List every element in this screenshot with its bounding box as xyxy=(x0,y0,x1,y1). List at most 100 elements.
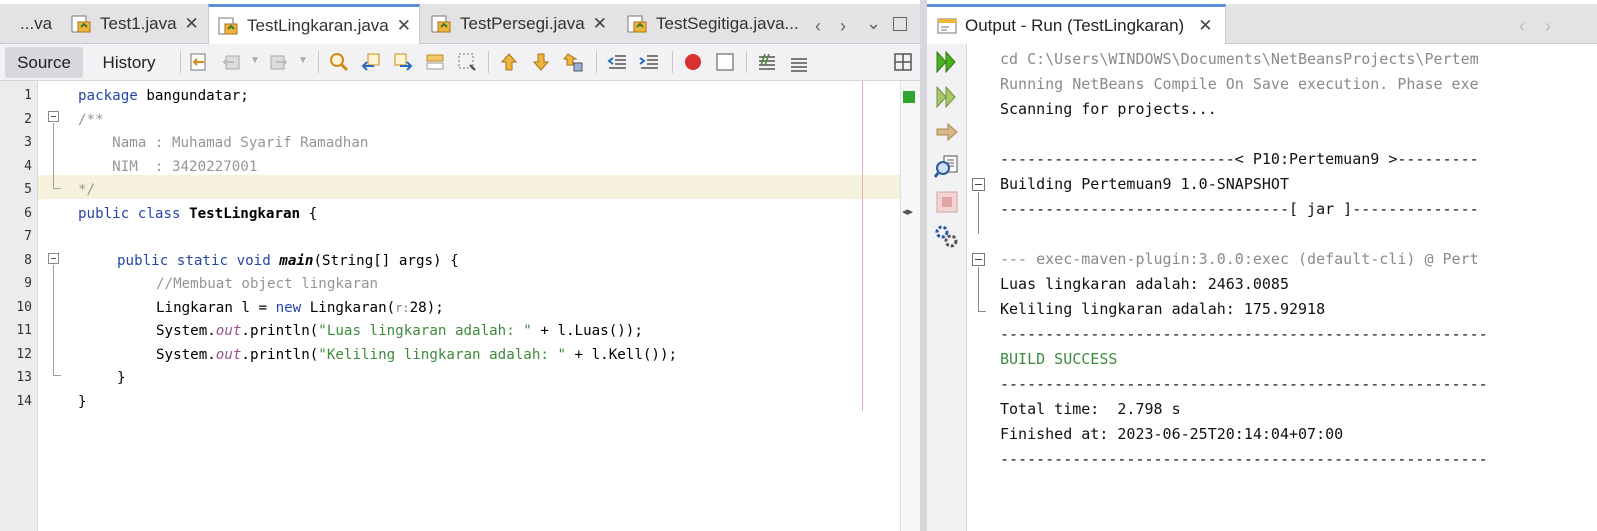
stop-macro-icon[interactable] xyxy=(714,51,736,73)
console-line: ----------------------------------------… xyxy=(1000,450,1488,468)
chevron-down-icon[interactable]: ⌄ xyxy=(866,13,881,34)
error-stripe[interactable] xyxy=(900,81,920,531)
fold-toggle-icon[interactable] xyxy=(972,253,985,266)
tab-label: TestSegitiga.java... xyxy=(656,13,799,33)
code-line-13: } xyxy=(117,370,126,386)
line-number: 3 xyxy=(24,135,32,150)
code-line-5: */ xyxy=(78,182,96,198)
code-line-12: System.out.println("Keliling lingkaran a… xyxy=(156,347,678,363)
rerun-icon[interactable] xyxy=(934,49,960,75)
settings-icon[interactable] xyxy=(934,224,960,250)
code-area[interactable]: package bangundatar; /** Nama : Muhamad … xyxy=(38,81,900,531)
inspect-icon[interactable] xyxy=(934,154,960,180)
output-pane: Output - Run (TestLingkaran) ✕ ‹ › cd C:… xyxy=(927,0,1597,531)
line-number: 9 xyxy=(24,276,32,291)
chevron-down-icon[interactable]: ▼ xyxy=(298,55,308,66)
line-number: 8 xyxy=(24,253,32,268)
tab-overflow[interactable]: ...va xyxy=(0,4,62,43)
line-number: 14 xyxy=(16,394,32,409)
line-number: 10 xyxy=(16,300,32,315)
console-line: Total time: 2.798 s xyxy=(1000,400,1181,418)
line-number: 12 xyxy=(16,347,32,362)
close-icon[interactable]: ✕ xyxy=(593,14,607,34)
console-line: Building Pertemuan9 1.0-SNAPSHOT xyxy=(1000,175,1289,193)
toggle-highlight-icon[interactable] xyxy=(424,51,446,73)
forward-icon[interactable] xyxy=(268,51,290,73)
history-tab[interactable]: History xyxy=(90,47,168,78)
tab-label: Test1.java xyxy=(100,13,177,33)
line-number: 1 xyxy=(24,88,32,103)
indent-icon[interactable] xyxy=(638,51,660,73)
editor-tab-bar: ...va Test1.java ✕ TestLingkaran.java ✕ … xyxy=(0,4,920,44)
scroll-left-icon[interactable]: ‹ xyxy=(1519,16,1525,37)
select-rect-icon[interactable] xyxy=(456,51,478,73)
scroll-right-icon[interactable]: › xyxy=(840,16,846,37)
code-line-1: package bangundatar; xyxy=(78,88,249,104)
unindent-icon[interactable] xyxy=(606,51,628,73)
console-line: cd C:\Users\WINDOWS\Documents\NetBeansPr… xyxy=(1000,50,1479,68)
fold-toggle-icon[interactable] xyxy=(972,178,985,191)
scroll-right-icon[interactable]: › xyxy=(1545,16,1551,37)
close-icon[interactable]: ✕ xyxy=(185,14,199,34)
code-line-9: //Membuat object lingkaran xyxy=(156,276,379,292)
source-tab[interactable]: Source xyxy=(5,47,83,78)
stop-icon[interactable] xyxy=(934,189,960,215)
build-status: BUILD SUCCESS xyxy=(1000,350,1118,368)
close-icon[interactable]: ✕ xyxy=(397,16,411,36)
console-line: Running NetBeans Compile On Save executi… xyxy=(1000,75,1479,93)
record-macro-icon[interactable] xyxy=(682,51,704,73)
line-number: 6 xyxy=(24,206,32,221)
tab-testsegitiga[interactable]: TestSegitiga.java... xyxy=(618,4,806,43)
uncomment-icon[interactable] xyxy=(788,51,810,73)
tab-label: TestLingkaran.java xyxy=(247,15,389,35)
code-line-14: } xyxy=(78,394,87,410)
tab-label: TestPersegi.java xyxy=(460,13,585,33)
rerun-with-options-icon[interactable] xyxy=(934,84,960,110)
pane-splitter[interactable] xyxy=(920,0,927,531)
editor-toolbar: Source History ▼ ▼ xyxy=(0,44,920,81)
tab-testpersegi[interactable]: TestPersegi.java ✕ xyxy=(422,4,618,43)
tab-test1[interactable]: Test1.java ✕ xyxy=(62,4,208,43)
editor-pane: ...va Test1.java ✕ TestLingkaran.java ✕ … xyxy=(0,0,920,531)
console-line: Scanning for projects... xyxy=(1000,100,1217,118)
parameter-hint: r: xyxy=(395,301,410,315)
back-icon[interactable] xyxy=(220,51,242,73)
code-line-11: System.out.println("Luas lingkaran adala… xyxy=(156,323,643,339)
line-number: 2 xyxy=(24,112,32,127)
console-line: ----------------------------------------… xyxy=(1000,325,1488,343)
find-previous-icon[interactable] xyxy=(360,51,382,73)
fold-toggle-icon[interactable] xyxy=(48,253,59,264)
last-edit-icon[interactable] xyxy=(188,51,210,73)
fold-toggle-icon[interactable] xyxy=(48,111,59,122)
move-icon[interactable] xyxy=(562,51,584,73)
shift-up-icon[interactable] xyxy=(498,51,520,73)
output-window-icon xyxy=(937,18,957,33)
java-file-icon xyxy=(431,15,451,32)
code-line-4: NIM : 3420227001 xyxy=(78,159,258,175)
resume-icon[interactable] xyxy=(934,119,960,145)
no-errors-icon[interactable] xyxy=(903,91,915,103)
find-next-icon[interactable] xyxy=(392,51,414,73)
console-line: --------------------------< P10:Pertemua… xyxy=(1000,150,1479,168)
console-line: Luas lingkaran adalah: 2463.0085 xyxy=(1000,275,1289,293)
line-number: 7 xyxy=(24,229,32,244)
chevron-down-icon[interactable]: ▼ xyxy=(250,55,260,66)
output-actions-bar xyxy=(927,44,967,531)
output-console[interactable]: cd C:\Users\WINDOWS\Documents\NetBeansPr… xyxy=(967,44,1597,531)
console-line: ----------------------------------------… xyxy=(1000,375,1488,393)
find-icon[interactable] xyxy=(328,51,350,73)
comment-icon[interactable] xyxy=(756,51,778,73)
shift-down-icon[interactable] xyxy=(530,51,552,73)
code-line-10: Lingkaran l = new Lingkaran(r:28); xyxy=(156,300,444,316)
tab-testlingkaran[interactable]: TestLingkaran.java ✕ xyxy=(208,4,420,44)
scroll-left-icon[interactable]: ‹ xyxy=(815,16,821,37)
split-window-icon[interactable] xyxy=(892,51,914,73)
output-tab-label: Output - Run (TestLingkaran) xyxy=(965,15,1185,35)
close-icon[interactable]: ✕ xyxy=(1198,16,1212,36)
line-number: 5 xyxy=(24,182,32,197)
code-line-8: public static void main(String[] args) { xyxy=(117,253,459,269)
line-number-gutter: 1 2 3 4 5 6 7 8 9 10 11 12 13 14 xyxy=(0,81,38,531)
output-tab-bar: Output - Run (TestLingkaran) ✕ ‹ › xyxy=(927,4,1597,44)
tab-output-run[interactable]: Output - Run (TestLingkaran) ✕ xyxy=(927,4,1226,44)
maximize-icon[interactable] xyxy=(893,17,907,31)
